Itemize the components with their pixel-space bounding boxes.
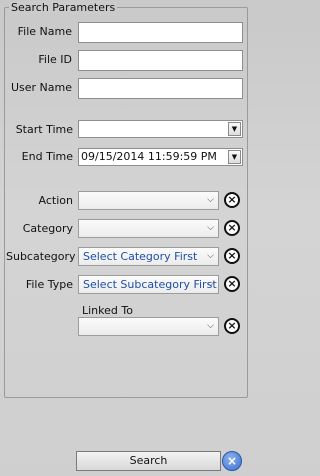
chevron-down-icon: ⌵ [207,223,214,233]
start-time-label: Start Time [15,123,73,136]
clear-subcategory-icon[interactable]: × [224,248,240,264]
clear-file-type-icon[interactable]: × [224,276,240,292]
file-type-select[interactable]: Select Subcategory First ⌵ [78,275,219,294]
chevron-down-icon: ⌵ [207,195,214,205]
file-type-label: File Type [25,278,73,291]
category-select[interactable]: ⌵ [78,219,219,238]
calendar-dropdown-icon[interactable]: ▼ [228,122,241,136]
end-time-picker[interactable]: 09/15/2014 11:59:59 PM ▼ [78,148,243,166]
file-name-label: File Name [17,25,72,38]
subcategory-label: Subcategory [6,250,76,263]
clear-search-icon[interactable]: × [222,451,242,471]
file-type-value: Select Subcategory First [83,278,217,291]
category-label: Category [22,222,73,235]
user-name-input[interactable] [78,78,243,99]
linked-to-select[interactable]: ⌵ [78,317,219,336]
chevron-down-icon: ⌵ [207,321,214,331]
end-time-label: End Time [21,150,73,163]
action-select[interactable]: ⌵ [78,191,219,210]
clear-action-icon[interactable]: × [224,192,240,208]
user-name-label: User Name [10,81,72,94]
clear-linked-to-icon[interactable]: × [224,318,240,334]
chevron-down-icon: ⌵ [207,251,214,261]
subcategory-select[interactable]: Select Category First ⌵ [78,247,219,266]
start-time-picker[interactable]: ▼ [78,120,243,138]
subcategory-value: Select Category First [83,250,198,263]
end-time-value: 09/15/2014 11:59:59 PM [81,150,217,163]
file-name-input[interactable] [78,22,243,43]
file-id-label: File ID [38,53,72,66]
clear-category-icon[interactable]: × [224,220,240,236]
panel-title: Search Parameters [9,1,118,14]
file-id-input[interactable] [78,50,243,71]
action-label: Action [38,194,73,207]
search-button[interactable]: Search [76,451,221,471]
chevron-down-icon: ⌵ [207,279,214,289]
calendar-dropdown-icon[interactable]: ▼ [228,150,241,164]
linked-to-label: Linked To [82,304,133,317]
